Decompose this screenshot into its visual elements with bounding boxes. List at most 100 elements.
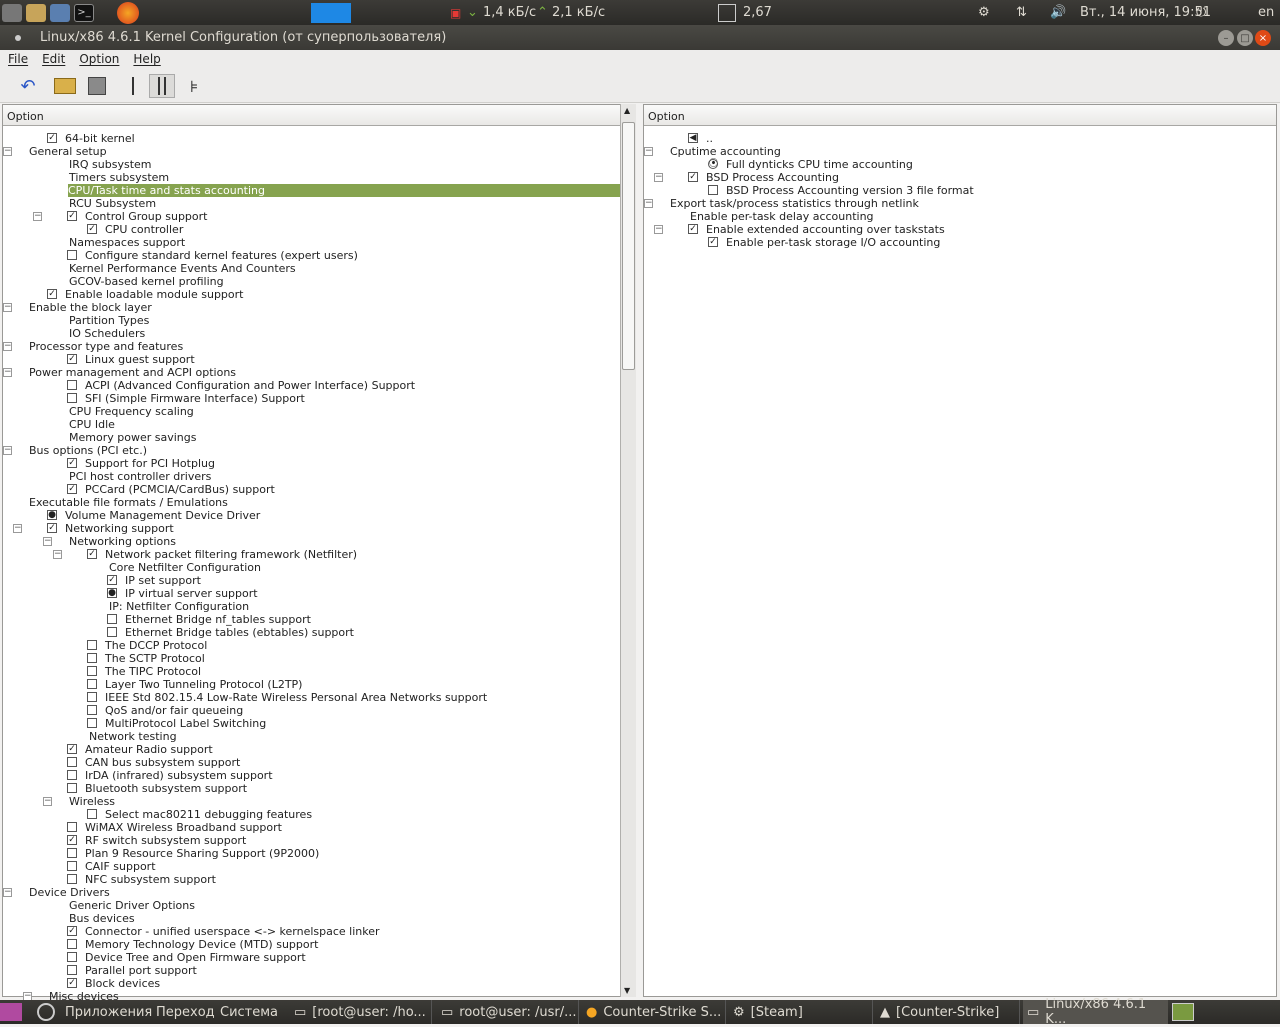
tree-row[interactable]: − Networking options	[3, 535, 620, 548]
tree-row[interactable]: ◀..	[644, 132, 1276, 145]
tree-row[interactable]: CPU Frequency scaling	[3, 405, 620, 418]
window-menu-icon[interactable]	[15, 35, 21, 41]
checkbox[interactable]	[87, 705, 97, 715]
tree-row[interactable]: ✓ Support for PCI Hotplug	[3, 457, 620, 470]
tree-row[interactable]: Bluetooth subsystem support	[3, 782, 620, 795]
maximize-button[interactable]: □	[1237, 30, 1253, 46]
tree-row[interactable]: Memory Technology Device (MTD) support	[3, 938, 620, 951]
menu-applications[interactable]: Приложения	[65, 1000, 152, 1024]
tree-row[interactable]: Plan 9 Resource Sharing Support (9P2000)	[3, 847, 620, 860]
power-icon[interactable]: ⏻	[1196, 0, 1206, 25]
ubuntu-logo-icon[interactable]	[37, 1000, 55, 1024]
tree-row[interactable]: NFC subsystem support	[3, 873, 620, 886]
virtualbox-icon[interactable]	[50, 0, 70, 25]
tree-row[interactable]: Network testing	[3, 730, 620, 743]
tree-row[interactable]: ✓ Enable loadable module support	[3, 288, 620, 301]
tree-row[interactable]: − Cputime accounting	[644, 145, 1276, 158]
tree-row[interactable]: Parallel port support	[3, 964, 620, 977]
tree-row[interactable]: − ✓ Control Group support	[3, 210, 620, 223]
tree-row[interactable]: MultiProtocol Label Switching	[3, 717, 620, 730]
collapse-toggle-icon[interactable]: −	[3, 446, 12, 455]
right-column-header[interactable]: Option	[644, 105, 1276, 126]
tree-row[interactable]: The SCTP Protocol	[3, 652, 620, 665]
checkbox[interactable]: ✓	[67, 354, 77, 364]
tree-row[interactable]: IRQ subsystem	[3, 158, 620, 171]
tree-row[interactable]: SFI (Simple Firmware Interface) Support	[3, 392, 620, 405]
tree-row[interactable]: Layer Two Tunneling Protocol (L2TP)	[3, 678, 620, 691]
tree-row[interactable]: GCOV-based kernel profiling	[3, 275, 620, 288]
menu-places[interactable]: Переход	[156, 1000, 215, 1024]
checkbox[interactable]: ✓	[67, 978, 77, 988]
tree-row[interactable]: − Bus options (PCI etc.)	[3, 444, 620, 457]
task-counter-strike[interactable]: ▲ [Counter-Strike]	[878, 1000, 1020, 1024]
tree-row[interactable]: CAIF support	[3, 860, 620, 873]
checkbox[interactable]	[67, 822, 77, 832]
collapse-toggle-icon[interactable]: −	[644, 199, 653, 208]
checkbox[interactable]: ✓	[688, 224, 698, 234]
checkbox[interactable]	[67, 861, 77, 871]
tree-row[interactable]: IP: Netfilter Configuration	[3, 600, 620, 613]
collapse-toggle-icon[interactable]: −	[654, 225, 663, 234]
checkbox[interactable]: ✓	[47, 133, 57, 143]
tree-row[interactable]: ✓ 64-bit kernel	[3, 132, 620, 145]
close-button[interactable]: ×	[1255, 30, 1271, 46]
task-terminal-1[interactable]: ▭ [root@user: /ho...	[290, 1000, 432, 1024]
tree-row[interactable]: The DCCP Protocol	[3, 639, 620, 652]
options-tree[interactable]: Option ✓ 64-bit kernel − General setup IRQ s…	[2, 104, 621, 1003]
checkbox[interactable]: ●	[107, 588, 117, 598]
tree-row[interactable]: − ✓ Enable extended accounting over taskst…	[644, 223, 1276, 236]
collapse-toggle-icon[interactable]: −	[43, 537, 52, 546]
checkbox[interactable]	[708, 185, 718, 195]
tree-row[interactable]: ✓ Block devices	[3, 977, 620, 990]
checkbox[interactable]: ✓	[107, 575, 117, 585]
minimize-button[interactable]: –	[1218, 30, 1234, 46]
tree-row[interactable]: Bus devices	[3, 912, 620, 925]
tree-row[interactable]: ✓ Connector - unified userspace <-> kerne…	[3, 925, 620, 938]
checkbox[interactable]: ✓	[67, 744, 77, 754]
left-column-header[interactable]: Option	[3, 105, 620, 126]
menu-help[interactable]: Help	[133, 52, 160, 66]
collapse-toggle-icon[interactable]: −	[3, 368, 12, 377]
checkbox[interactable]	[67, 965, 77, 975]
tree-row[interactable]: ✓ PCCard (PCMCIA/CardBus) support	[3, 483, 620, 496]
task-firefox[interactable]: ● Counter-Strike S...	[584, 1000, 726, 1024]
checkbox[interactable]	[87, 679, 97, 689]
tree-row[interactable]: ACPI (Advanced Configuration and Power I…	[3, 379, 620, 392]
network-arrows-icon[interactable]: ⇅	[1016, 0, 1027, 25]
single-view-icon[interactable]	[120, 74, 146, 98]
checkbox[interactable]	[67, 757, 77, 767]
tree-row[interactable]: BSD Process Accounting version 3 file fo…	[644, 184, 1276, 197]
menu-file[interactable]: File	[8, 52, 28, 66]
left-scrollbar[interactable]: ▲ ▼	[620, 104, 636, 997]
tree-row[interactable]: ● Volume Management Device Driver	[3, 509, 620, 522]
checkbox[interactable]	[67, 250, 77, 260]
tree-row[interactable]: WiMAX Wireless Broadband support	[3, 821, 620, 834]
checkbox[interactable]	[67, 939, 77, 949]
tree-row[interactable]: ● IP virtual server support	[3, 587, 620, 600]
firefox-icon[interactable]	[117, 0, 139, 25]
checkbox[interactable]	[67, 874, 77, 884]
tree-row[interactable]: − ✓ Network packet filtering framework (Ne…	[3, 548, 620, 561]
checkbox[interactable]	[67, 952, 77, 962]
tree-row[interactable]: ⦿ Full dynticks CPU time accounting	[644, 158, 1276, 171]
checkbox[interactable]	[87, 640, 97, 650]
tree-row[interactable]: ✓ CPU controller	[3, 223, 620, 236]
tree-row[interactable]: − Processor type and features	[3, 340, 620, 353]
tree-row[interactable]: ✓ RF switch subsystem support	[3, 834, 620, 847]
checkbox[interactable]: ✓	[47, 289, 57, 299]
tree-row[interactable]: IrDA (infrared) subsystem support	[3, 769, 620, 782]
collapse-toggle-icon[interactable]: −	[3, 147, 12, 156]
show-desktop-icon[interactable]	[0, 1000, 22, 1024]
checkbox[interactable]	[67, 393, 77, 403]
checkbox[interactable]	[107, 627, 117, 637]
tree-row[interactable]: QoS and/or fair queueing	[3, 704, 620, 717]
window-titlebar[interactable]: Linux/x86 4.6.1 Kernel Configuration (от…	[0, 25, 1280, 50]
scroll-up-arrow-icon[interactable]: ▲	[624, 106, 630, 115]
tree-row[interactable]: − ✓ BSD Process Accounting	[644, 171, 1276, 184]
tree-row[interactable]: − Export task/process statistics through …	[644, 197, 1276, 210]
tree-row[interactable]: CAN bus subsystem support	[3, 756, 620, 769]
tree-row[interactable]: Kernel Performance Events And Counters	[3, 262, 620, 275]
tree-row[interactable]: Enable per-task delay accounting	[644, 210, 1276, 223]
radio-button[interactable]: ⦿	[708, 159, 718, 169]
steam-icon[interactable]: ⚙	[978, 0, 990, 25]
